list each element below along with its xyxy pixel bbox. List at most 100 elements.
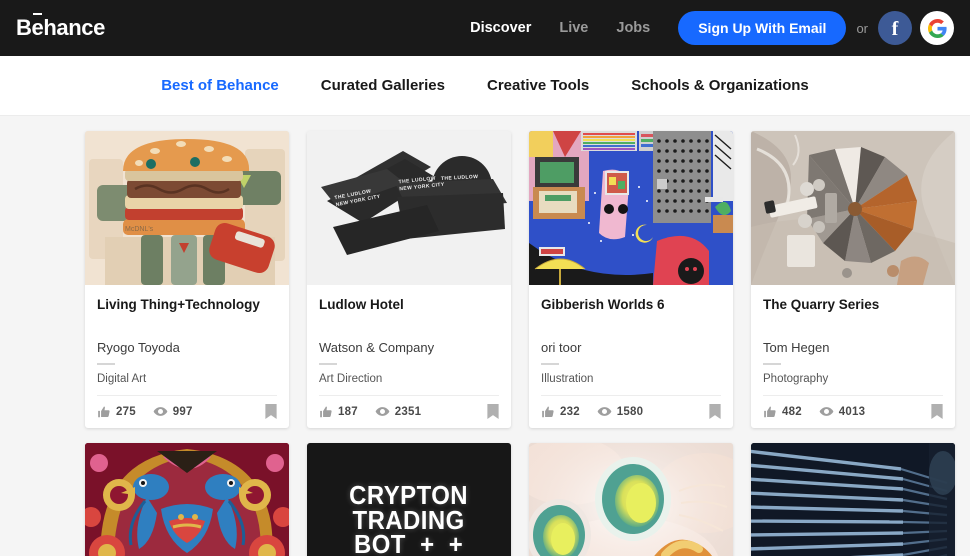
bookmark-button[interactable] <box>487 404 499 420</box>
like-stat[interactable]: 187 <box>319 405 358 419</box>
project-card[interactable]: Gibberish Worlds 6 ori toor Illustration… <box>529 131 733 428</box>
project-stats-bar: 232 1580 <box>541 394 721 428</box>
facebook-f-glyph: f <box>891 18 899 40</box>
project-owner[interactable]: Ryogo Toyoda <box>97 340 277 355</box>
like-stat[interactable]: 232 <box>541 405 580 419</box>
burger-robot-svg: McDNL's <box>85 131 289 285</box>
eye-icon <box>597 407 612 417</box>
views-stat[interactable]: 2351 <box>375 404 421 419</box>
nav-link-jobs[interactable]: Jobs <box>602 0 664 56</box>
pastel-cat-svg <box>529 442 733 556</box>
project-card[interactable] <box>85 442 289 556</box>
views-stat[interactable]: 4013 <box>819 404 865 419</box>
project-thumbnail-ludlow-hotel[interactable]: THE LUDLOW NEW YORK CITY THE LUDLOW NEW … <box>307 131 511 285</box>
thumbs-up-icon <box>542 406 554 418</box>
project-title[interactable]: Ludlow Hotel <box>319 297 499 314</box>
subnav-creative-tools[interactable]: Creative Tools <box>466 77 610 94</box>
project-field[interactable]: Art Direction <box>319 373 499 395</box>
view-count: 4013 <box>838 405 866 418</box>
project-field[interactable]: Illustration <box>541 373 721 395</box>
project-card[interactable]: CRYPTON TRADING BOT + + <box>307 442 511 556</box>
project-thumbnail-burger-robot[interactable]: McDNL's <box>85 131 289 285</box>
like-count: 275 <box>116 405 136 418</box>
bookmark-icon <box>709 404 721 420</box>
project-card-body: Ludlow Hotel Watson & Company Art Direct… <box>307 285 511 395</box>
project-thumbnail-gibberish-worlds[interactable] <box>529 131 733 285</box>
bookmark-button[interactable] <box>709 404 721 420</box>
eye-icon <box>819 407 834 417</box>
thumbs-up-icon <box>764 406 776 418</box>
logo-macron-e: e <box>31 13 44 40</box>
views-stat[interactable]: 997 <box>153 404 193 419</box>
project-thumbnail-quarry-series[interactable] <box>751 131 955 285</box>
crypton-poster-artwork: CRYPTON TRADING BOT + + <box>307 442 511 556</box>
project-thumbnail-ornate-birds[interactable] <box>85 442 289 556</box>
svg-text:McDNL's: McDNL's <box>125 226 154 233</box>
subnav-curated-galleries[interactable]: Curated Galleries <box>300 77 466 94</box>
eye-icon <box>153 407 168 417</box>
nav-link-discover[interactable]: Discover <box>456 0 545 56</box>
signup-with-email-button[interactable]: Sign Up With Email <box>678 11 847 45</box>
project-card[interactable]: McDNL's Living Thing+Technology Ryogo To… <box>85 131 289 428</box>
quarry-aerial-svg <box>751 131 955 285</box>
owner-field-divider <box>541 362 559 365</box>
views-stat[interactable]: 1580 <box>597 404 643 419</box>
project-card[interactable] <box>529 442 733 556</box>
like-stat[interactable]: 275 <box>97 405 136 419</box>
top-nav-right-group: Discover Live Jobs Sign Up With Email or… <box>456 0 954 56</box>
project-owner[interactable]: ori toor <box>541 340 721 355</box>
owner-field-divider <box>97 362 115 365</box>
project-owner[interactable]: Watson & Company <box>319 340 499 355</box>
owner-field-divider <box>763 362 781 365</box>
like-stat[interactable]: 482 <box>763 405 802 419</box>
project-thumbnail-crypton-trading-bot[interactable]: CRYPTON TRADING BOT + + <box>307 442 511 556</box>
bookmark-icon <box>265 404 277 420</box>
project-field[interactable]: Photography <box>763 373 943 395</box>
project-stats-bar: 187 2351 <box>319 394 499 428</box>
gibberish-worlds-artwork <box>529 131 733 285</box>
view-count: 997 <box>172 405 193 418</box>
crypton-poster-text: CRYPTON TRADING BOT + + <box>349 479 469 556</box>
project-title[interactable]: The Quarry Series <box>763 297 943 314</box>
owner-field-divider <box>319 362 337 365</box>
project-card-body: Gibberish Worlds 6 ori toor Illustration <box>529 285 733 395</box>
bookmark-icon <box>931 404 943 420</box>
or-separator-label: or <box>856 20 868 36</box>
project-card-body: The Quarry Series Tom Hegen Photography <box>751 285 955 395</box>
subnav-best-of-behance[interactable]: Best of Behance <box>140 77 300 94</box>
project-grid-container: McDNL's Living Thing+Technology Ryogo To… <box>0 116 970 556</box>
nav-link-live[interactable]: Live <box>545 0 602 56</box>
project-card[interactable]: The Quarry Series Tom Hegen Photography … <box>751 131 955 428</box>
bookmark-button[interactable] <box>265 404 277 420</box>
burger-robot-artwork: McDNL's <box>85 131 289 285</box>
project-thumbnail-text-wall[interactable] <box>751 442 955 556</box>
project-title[interactable]: Gibberish Worlds 6 <box>541 297 721 314</box>
bookmark-icon <box>487 404 499 420</box>
project-owner[interactable]: Tom Hegen <box>763 340 943 355</box>
project-card-body: Living Thing+Technology Ryogo Toyoda Dig… <box>85 285 289 395</box>
project-field[interactable]: Digital Art <box>97 373 277 395</box>
text-wall-svg <box>751 442 955 556</box>
like-count: 187 <box>338 405 358 418</box>
bookmark-button[interactable] <box>931 404 943 420</box>
subnav-schools-organizations[interactable]: Schools & Organizations <box>610 77 830 94</box>
project-card[interactable]: THE LUDLOW NEW YORK CITY THE LUDLOW NEW … <box>307 131 511 428</box>
like-count: 482 <box>782 405 802 418</box>
project-thumbnail-pastel-cat[interactable] <box>529 442 733 556</box>
top-navigation-bar: Behance Discover Live Jobs Sign Up With … <box>0 0 970 56</box>
thumbs-up-icon <box>320 406 332 418</box>
behance-logo[interactable]: Behance <box>16 13 105 40</box>
project-stats-bar: 275 997 <box>97 394 277 428</box>
google-login-icon[interactable] <box>920 11 954 45</box>
gibberish-worlds-svg <box>529 131 733 285</box>
facebook-login-icon[interactable]: f <box>878 11 912 45</box>
eye-icon <box>375 407 390 417</box>
secondary-navigation-bar: Best of Behance Curated Galleries Creati… <box>0 56 970 116</box>
thumbs-up-icon <box>98 406 110 418</box>
view-count: 1580 <box>616 405 644 418</box>
project-card[interactable] <box>751 442 955 556</box>
google-g-icon <box>927 18 947 38</box>
view-count: 2351 <box>394 405 422 418</box>
project-title[interactable]: Living Thing+Technology <box>97 297 277 314</box>
like-count: 232 <box>560 405 580 418</box>
